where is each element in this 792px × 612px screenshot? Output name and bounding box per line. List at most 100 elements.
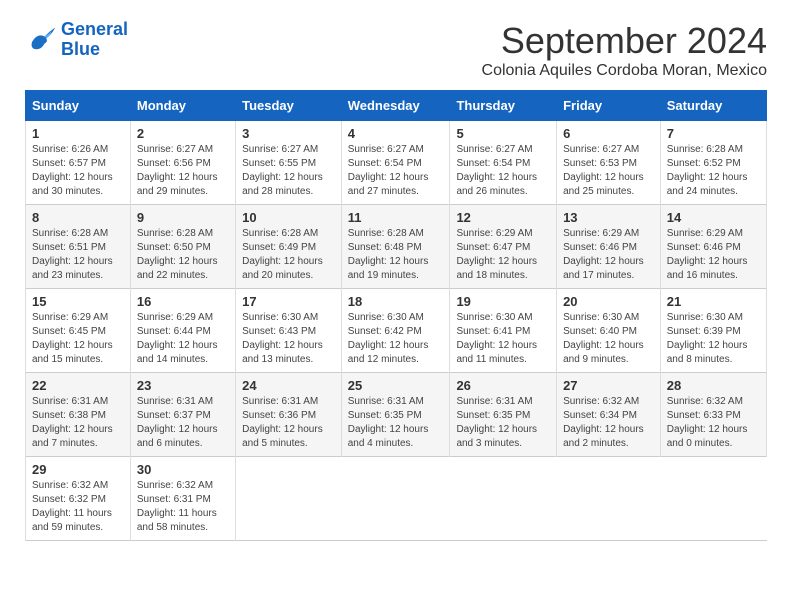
- calendar-cell: 26 Sunrise: 6:31 AMSunset: 6:35 PMDayligh…: [450, 373, 557, 457]
- day-info: Sunrise: 6:32 AMSunset: 6:34 PMDaylight:…: [563, 395, 654, 451]
- day-number: 4: [348, 126, 444, 141]
- calendar-cell: 22 Sunrise: 6:31 AMSunset: 6:38 PMDayligh…: [26, 373, 131, 457]
- day-number: 6: [563, 126, 654, 141]
- calendar-cell: 25 Sunrise: 6:31 AMSunset: 6:35 PMDayligh…: [341, 373, 450, 457]
- day-number: 7: [667, 126, 760, 141]
- logo-text: General Blue: [61, 20, 128, 60]
- day-number: 18: [348, 294, 444, 309]
- calendar-table: SundayMondayTuesdayWednesdayThursdayFrid…: [25, 90, 767, 541]
- day-number: 25: [348, 378, 444, 393]
- calendar-cell: 13 Sunrise: 6:29 AMSunset: 6:46 PMDayligh…: [557, 205, 661, 289]
- day-number: 24: [242, 378, 335, 393]
- day-info: Sunrise: 6:32 AMSunset: 6:32 PMDaylight:…: [32, 479, 124, 535]
- calendar-cell: 20Sunrise: 6:30 AMSunset: 6:40 PMDayligh…: [557, 289, 661, 373]
- day-info: Sunrise: 6:29 AMSunset: 6:47 PMDaylight:…: [456, 227, 550, 283]
- calendar-cell: [450, 457, 557, 541]
- calendar-cell: 30 Sunrise: 6:32 AMSunset: 6:31 PMDayligh…: [130, 457, 235, 541]
- header-day-thursday: Thursday: [450, 91, 557, 121]
- header-day-saturday: Saturday: [660, 91, 766, 121]
- logo: General Blue: [25, 20, 128, 60]
- day-number: 26: [456, 378, 550, 393]
- day-number: 11: [348, 210, 444, 225]
- calendar-cell: 15 Sunrise: 6:29 AMSunset: 6:45 PMDayligh…: [26, 289, 131, 373]
- day-number: 1: [32, 126, 124, 141]
- calendar-cell: 12 Sunrise: 6:29 AMSunset: 6:47 PMDayligh…: [450, 205, 557, 289]
- day-info: Sunrise: 6:27 AMSunset: 6:54 PMDaylight:…: [348, 143, 444, 199]
- header: General Blue September 2024 Colonia Aqui…: [25, 20, 767, 80]
- calendar-week-3: 15 Sunrise: 6:29 AMSunset: 6:45 PMDayligh…: [26, 289, 767, 373]
- calendar-cell: 2Sunrise: 6:27 AMSunset: 6:56 PMDaylight…: [130, 121, 235, 205]
- day-info: Sunrise: 6:31 AMSunset: 6:38 PMDaylight:…: [32, 395, 124, 451]
- calendar-cell: 8 Sunrise: 6:28 AMSunset: 6:51 PMDaylight…: [26, 205, 131, 289]
- calendar-cell: 9 Sunrise: 6:28 AMSunset: 6:50 PMDaylight…: [130, 205, 235, 289]
- calendar-week-5: 29 Sunrise: 6:32 AMSunset: 6:32 PMDayligh…: [26, 457, 767, 541]
- calendar-cell: 16 Sunrise: 6:29 AMSunset: 6:44 PMDayligh…: [130, 289, 235, 373]
- day-number: 30: [137, 462, 229, 477]
- calendar-cell: 6Sunrise: 6:27 AMSunset: 6:53 PMDaylight…: [557, 121, 661, 205]
- day-info: Sunrise: 6:30 AMSunset: 6:39 PMDaylight:…: [667, 311, 760, 367]
- logo-bird-icon: [25, 24, 57, 56]
- day-number: 9: [137, 210, 229, 225]
- day-info: Sunrise: 6:28 AMSunset: 6:49 PMDaylight:…: [242, 227, 335, 283]
- day-info: Sunrise: 6:28 AMSunset: 6:48 PMDaylight:…: [348, 227, 444, 283]
- calendar-cell: 19Sunrise: 6:30 AMSunset: 6:41 PMDayligh…: [450, 289, 557, 373]
- day-number: 3: [242, 126, 335, 141]
- day-number: 2: [137, 126, 229, 141]
- calendar-cell: [236, 457, 342, 541]
- day-number: 16: [137, 294, 229, 309]
- day-number: 8: [32, 210, 124, 225]
- day-number: 22: [32, 378, 124, 393]
- header-day-tuesday: Tuesday: [236, 91, 342, 121]
- day-info: Sunrise: 6:28 AMSunset: 6:51 PMDaylight:…: [32, 227, 124, 283]
- calendar-cell: 11 Sunrise: 6:28 AMSunset: 6:48 PMDayligh…: [341, 205, 450, 289]
- day-number: 17: [242, 294, 335, 309]
- calendar-cell: 18Sunrise: 6:30 AMSunset: 6:42 PMDayligh…: [341, 289, 450, 373]
- day-number: 27: [563, 378, 654, 393]
- day-info: Sunrise: 6:26 AMSunset: 6:57 PMDaylight:…: [32, 143, 124, 199]
- day-info: Sunrise: 6:28 AMSunset: 6:50 PMDaylight:…: [137, 227, 229, 283]
- calendar-cell: [341, 457, 450, 541]
- calendar-cell: 21 Sunrise: 6:30 AMSunset: 6:39 PMDayligh…: [660, 289, 766, 373]
- day-number: 28: [667, 378, 760, 393]
- day-number: 21: [667, 294, 760, 309]
- header-day-monday: Monday: [130, 91, 235, 121]
- day-info: Sunrise: 6:29 AMSunset: 6:46 PMDaylight:…: [667, 227, 760, 283]
- day-info: Sunrise: 6:32 AMSunset: 6:31 PMDaylight:…: [137, 479, 229, 535]
- day-number: 5: [456, 126, 550, 141]
- day-info: Sunrise: 6:32 AMSunset: 6:33 PMDaylight:…: [667, 395, 760, 451]
- day-number: 20: [563, 294, 654, 309]
- day-number: 15: [32, 294, 124, 309]
- day-number: 23: [137, 378, 229, 393]
- day-info: Sunrise: 6:31 AMSunset: 6:37 PMDaylight:…: [137, 395, 229, 451]
- day-info: Sunrise: 6:30 AMSunset: 6:43 PMDaylight:…: [242, 311, 335, 367]
- calendar-cell: [660, 457, 766, 541]
- calendar-title: September 2024: [482, 20, 767, 62]
- day-info: Sunrise: 6:30 AMSunset: 6:41 PMDaylight:…: [456, 311, 550, 367]
- calendar-cell: 3Sunrise: 6:27 AMSunset: 6:55 PMDaylight…: [236, 121, 342, 205]
- day-number: 10: [242, 210, 335, 225]
- day-number: 12: [456, 210, 550, 225]
- calendar-cell: 28 Sunrise: 6:32 AMSunset: 6:33 PMDayligh…: [660, 373, 766, 457]
- calendar-cell: 23 Sunrise: 6:31 AMSunset: 6:37 PMDayligh…: [130, 373, 235, 457]
- day-number: 13: [563, 210, 654, 225]
- calendar-cell: [557, 457, 661, 541]
- day-info: Sunrise: 6:31 AMSunset: 6:35 PMDaylight:…: [456, 395, 550, 451]
- day-number: 29: [32, 462, 124, 477]
- day-number: 14: [667, 210, 760, 225]
- calendar-cell: 10 Sunrise: 6:28 AMSunset: 6:49 PMDayligh…: [236, 205, 342, 289]
- day-info: Sunrise: 6:29 AMSunset: 6:44 PMDaylight:…: [137, 311, 229, 367]
- day-info: Sunrise: 6:29 AMSunset: 6:46 PMDaylight:…: [563, 227, 654, 283]
- title-section: September 2024 Colonia Aquiles Cordoba M…: [482, 20, 767, 80]
- day-info: Sunrise: 6:27 AMSunset: 6:54 PMDaylight:…: [456, 143, 550, 199]
- calendar-week-4: 22 Sunrise: 6:31 AMSunset: 6:38 PMDayligh…: [26, 373, 767, 457]
- day-info: Sunrise: 6:29 AMSunset: 6:45 PMDaylight:…: [32, 311, 124, 367]
- calendar-week-2: 8 Sunrise: 6:28 AMSunset: 6:51 PMDaylight…: [26, 205, 767, 289]
- calendar-cell: 4 Sunrise: 6:27 AMSunset: 6:54 PMDaylight…: [341, 121, 450, 205]
- day-info: Sunrise: 6:31 AMSunset: 6:35 PMDaylight:…: [348, 395, 444, 451]
- calendar-cell: 1 Sunrise: 6:26 AMSunset: 6:57 PMDaylight…: [26, 121, 131, 205]
- day-info: Sunrise: 6:28 AMSunset: 6:52 PMDaylight:…: [667, 143, 760, 199]
- calendar-cell: 5 Sunrise: 6:27 AMSunset: 6:54 PMDaylight…: [450, 121, 557, 205]
- header-day-wednesday: Wednesday: [341, 91, 450, 121]
- calendar-cell: 24 Sunrise: 6:31 AMSunset: 6:36 PMDayligh…: [236, 373, 342, 457]
- day-info: Sunrise: 6:31 AMSunset: 6:36 PMDaylight:…: [242, 395, 335, 451]
